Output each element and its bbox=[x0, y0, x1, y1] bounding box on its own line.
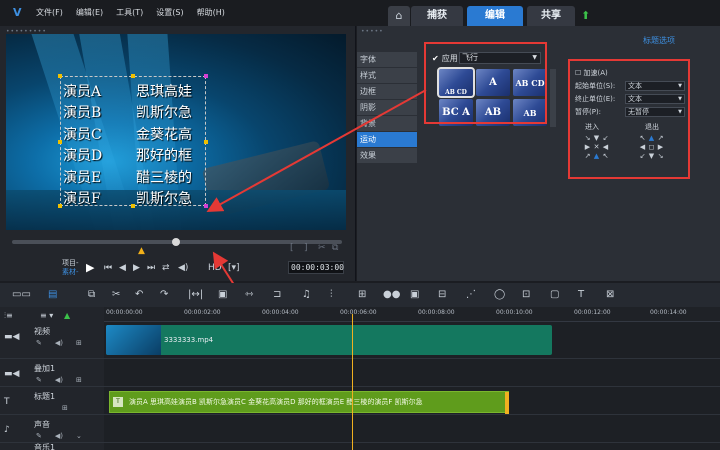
timeline-ruler[interactable]: 00:00:00:00 00:00:02:00 00:00:04:00 00:0… bbox=[104, 307, 720, 322]
video-clip-name: 3333333.mp4 bbox=[164, 336, 214, 344]
track-manager-icon[interactable]: ⇿ bbox=[245, 289, 253, 300]
pan-zoom-icon[interactable]: ▢ bbox=[550, 289, 559, 300]
title-clip[interactable]: T 演员A 思琪高娃演员B 凯斯尔急演员C 金葵花高演员D 那好的框演员E 醋三… bbox=[109, 391, 509, 414]
snapshot-icon[interactable]: ▣ bbox=[218, 289, 227, 300]
ruler-tick: 00:00:12:00 bbox=[574, 309, 611, 316]
multicam-icon[interactable]: ▣ bbox=[410, 289, 419, 300]
track-divider bbox=[0, 414, 720, 415]
timeline-toolbar: ▭▭ ▤ ⧉ ✂ ↶ ↷ |↔| ▣ ⇿ ⊐ ♫ ⫶ ⊞ ●● ▣ ⊟ ⋰ ◯ … bbox=[0, 283, 720, 307]
video-clip[interactable]: 3333333.mp4 bbox=[106, 325, 552, 355]
subtitle-icon[interactable]: ●● bbox=[383, 289, 400, 300]
tools-icon[interactable]: ✂ bbox=[112, 289, 120, 300]
video-track-header[interactable]: ▬◀ 视频 ✎ ◀) ⊞ bbox=[0, 322, 104, 358]
mute-icon[interactable]: ◀) bbox=[55, 432, 63, 440]
track-name: 音乐1 bbox=[34, 443, 56, 450]
storyboard-view-icon[interactable]: ▭▭ bbox=[12, 289, 31, 300]
ruler-tick: 00:00:06:00 bbox=[340, 309, 377, 316]
motion-track-icon[interactable]: ⊞ bbox=[358, 289, 366, 300]
track-name: 视频 bbox=[34, 327, 50, 336]
edit-icon[interactable]: ✎ bbox=[36, 376, 42, 384]
track-controls: ✎ ◀) ⊞ bbox=[36, 339, 82, 347]
track-divider bbox=[0, 386, 720, 387]
track-controls: ✎ ◀) ⌄ bbox=[36, 432, 82, 440]
toolbox-icon[interactable]: ⧉ bbox=[88, 289, 95, 300]
clip-thumbnail bbox=[106, 325, 161, 355]
add-track-icon[interactable]: ▲ bbox=[64, 311, 70, 320]
ripple-icon[interactable]: ≡ ▾ bbox=[40, 311, 53, 320]
mute-icon[interactable]: ◀) bbox=[55, 339, 63, 347]
crop-icon[interactable]: ⊡ bbox=[522, 289, 530, 300]
timeline-view-icon[interactable]: ▤ bbox=[48, 289, 57, 300]
split-screen-icon[interactable]: ⋰ bbox=[466, 289, 476, 300]
title-clip-icon: T bbox=[113, 397, 123, 407]
track-divider bbox=[0, 442, 720, 443]
voice-track-icon: ♪ bbox=[4, 425, 10, 435]
grid-track-icon[interactable]: ⊞ bbox=[76, 376, 82, 384]
mask-icon[interactable]: ◯ bbox=[494, 289, 505, 300]
playhead[interactable] bbox=[352, 314, 353, 450]
mute-icon[interactable]: ◀) bbox=[55, 376, 63, 384]
fit-icon[interactable]: ⊠ bbox=[606, 289, 614, 300]
ruler-tick: 00:00:08:00 bbox=[418, 309, 455, 316]
track-options-icon[interactable]: ⫶≡ bbox=[4, 311, 13, 321]
overlay-track-icon: ▬◀ bbox=[4, 369, 20, 379]
grid-track-icon[interactable]: ⊞ bbox=[76, 339, 82, 347]
track-divider bbox=[0, 358, 720, 359]
auto-music-icon[interactable]: ♫ bbox=[302, 289, 311, 300]
track-controls: ⊞ bbox=[36, 404, 68, 412]
chevron-down-icon[interactable]: ⌄ bbox=[76, 432, 82, 440]
ruler-tick: 00:00:00:00 bbox=[106, 309, 143, 316]
grid-track-icon[interactable]: ⊞ bbox=[62, 404, 68, 412]
track-name: 标题1 bbox=[34, 392, 56, 401]
grid-icon[interactable]: ⊟ bbox=[438, 289, 446, 300]
ruler-tick: 00:00:14:00 bbox=[650, 309, 687, 316]
ruler-tick: 00:00:02:00 bbox=[184, 309, 221, 316]
edit-icon[interactable]: ✎ bbox=[36, 432, 42, 440]
undo-icon[interactable]: ↶ bbox=[135, 289, 143, 300]
title-clip-text: 演员A 思琪高娃演员B 凯斯尔急演员C 金葵花高演员D 那好的框演员E 醋三棱的… bbox=[129, 398, 423, 406]
annotation-arrow bbox=[206, 89, 427, 212]
music-track-header[interactable]: 音乐1 bbox=[0, 441, 104, 450]
title-tool-icon[interactable]: T bbox=[578, 289, 584, 300]
clip-trim-handle[interactable] bbox=[505, 392, 509, 414]
track-name: 声音 bbox=[34, 420, 50, 429]
chapter-icon[interactable]: ⊐ bbox=[273, 289, 281, 300]
mixer-icon[interactable]: ⫶ bbox=[330, 289, 333, 300]
ruler-tick: 00:00:04:00 bbox=[262, 309, 299, 316]
track-controls: ✎ ◀) ⊞ bbox=[36, 376, 82, 384]
ruler-tick: 00:00:10:00 bbox=[496, 309, 533, 316]
track-name: 叠加1 bbox=[34, 364, 56, 373]
edit-icon[interactable]: ✎ bbox=[36, 339, 42, 347]
record-capture-icon[interactable]: |↔| bbox=[188, 289, 203, 300]
video-track-icon: ▬◀ bbox=[4, 332, 20, 342]
redo-icon[interactable]: ↷ bbox=[160, 289, 168, 300]
title-track-icon: T bbox=[4, 397, 10, 407]
